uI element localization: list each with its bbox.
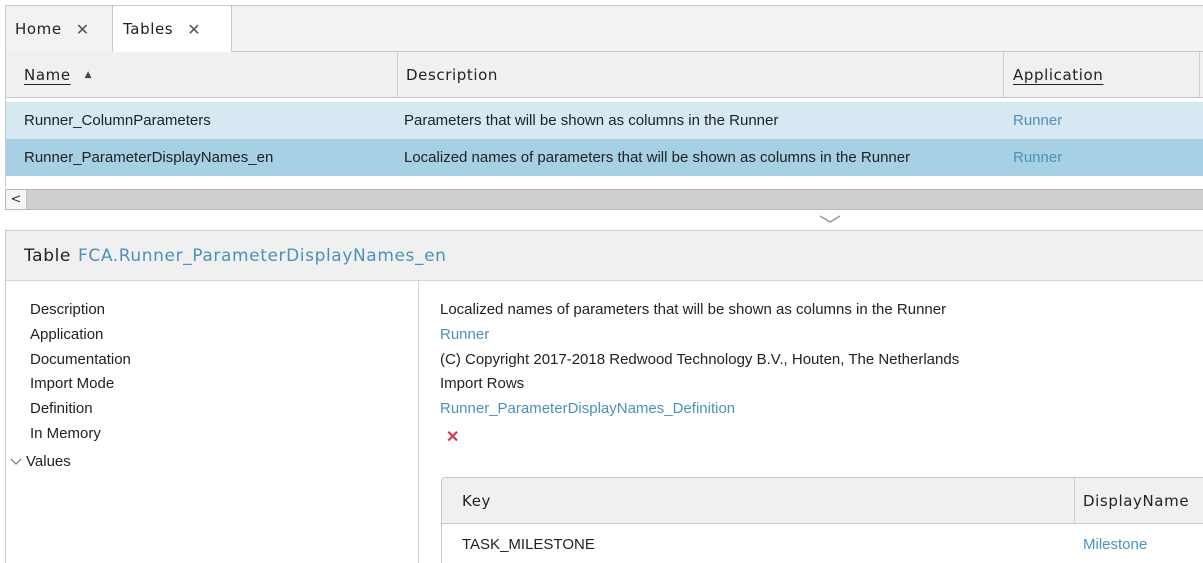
tab-home[interactable]: Home ✕	[6, 6, 113, 52]
cell-description: Parameters that will be shown as columns…	[404, 112, 779, 129]
values-table: Key DisplayName TASK_MILESTONE Milestone	[441, 477, 1203, 563]
value-documentation: (C) Copyright 2017-2018 Redwood Technolo…	[440, 351, 960, 368]
tables-grid-body: Runner_ColumnParameters Parameters that …	[5, 98, 1203, 186]
value-import-mode: Import Rows	[440, 375, 525, 392]
value-application-link[interactable]: Runner	[440, 326, 489, 343]
column-header-label: Description	[406, 65, 499, 84]
value-definition-link[interactable]: Runner_ParameterDisplayNames_Definition	[440, 400, 735, 417]
scroll-left-button[interactable]: <	[6, 190, 27, 209]
table-row-selected[interactable]: Runner_ParameterDisplayNames_en Localize…	[6, 139, 1203, 176]
column-header-application[interactable]: Application	[1004, 52, 1200, 97]
tab-label: Tables	[123, 20, 174, 38]
column-header-name[interactable]: Name ▲	[6, 52, 398, 97]
column-header-label: Name	[24, 65, 71, 84]
detail-title-name: FCA.Runner_ParameterDisplayNames_en	[77, 245, 447, 266]
tables-grid-header: Name ▲ Description Application	[5, 52, 1203, 98]
application-link[interactable]: Runner	[1013, 102, 1062, 139]
tab-bar: Home ✕ Tables ✕	[5, 5, 1203, 52]
label-values: Values	[26, 453, 71, 470]
cell-name: Runner_ColumnParameters	[24, 112, 211, 129]
tab-label: Home	[15, 20, 62, 38]
column-header-displayname[interactable]: DisplayName	[1075, 478, 1203, 524]
horizontal-scrollbar[interactable]: <	[5, 189, 1203, 210]
cell-key: TASK_MILESTONE	[462, 535, 595, 553]
sort-ascending-icon: ▲	[84, 69, 93, 80]
value-description: Localized names of parameters that will …	[440, 301, 947, 318]
column-header-label: Application	[1013, 65, 1104, 84]
values-expander[interactable]: Values	[10, 453, 71, 470]
close-icon[interactable]: ✕	[76, 20, 90, 39]
values-table-header: Key DisplayName	[442, 478, 1203, 524]
cell-description: Localized names of parameters that will …	[404, 149, 911, 166]
label-documentation: Documentation	[30, 351, 131, 368]
application-link[interactable]: Runner	[1013, 139, 1062, 176]
close-icon[interactable]: ✕	[187, 20, 201, 39]
tab-tables[interactable]: Tables ✕	[113, 5, 232, 52]
chevron-down-icon[interactable]	[818, 214, 842, 224]
label-definition: Definition	[30, 400, 93, 417]
label-in-memory: In Memory	[30, 425, 101, 442]
label-application: Application	[30, 326, 104, 343]
column-header-key[interactable]: Key	[442, 478, 1075, 524]
cell-displayname-link[interactable]: Milestone	[1083, 524, 1147, 563]
detail-title: Table FCA.Runner_ParameterDisplayNames_e…	[6, 231, 1203, 281]
table-detail-panel: Table FCA.Runner_ParameterDisplayNames_e…	[5, 230, 1203, 563]
table-row[interactable]: Runner_ColumnParameters Parameters that …	[6, 102, 1203, 139]
chevron-down-icon	[10, 458, 22, 465]
false-x-icon: ✕	[446, 429, 460, 446]
column-header-description[interactable]: Description	[398, 52, 1004, 97]
table-row[interactable]: TASK_MILESTONE Milestone	[442, 524, 1203, 563]
label-description: Description	[30, 301, 106, 318]
panel-splitter[interactable]	[810, 210, 850, 228]
cell-name: Runner_ParameterDisplayNames_en	[24, 149, 274, 166]
property-labels: Description Application Documentation Im…	[6, 281, 419, 563]
detail-title-prefix: Table	[24, 245, 71, 266]
label-import-mode: Import Mode	[30, 375, 115, 392]
